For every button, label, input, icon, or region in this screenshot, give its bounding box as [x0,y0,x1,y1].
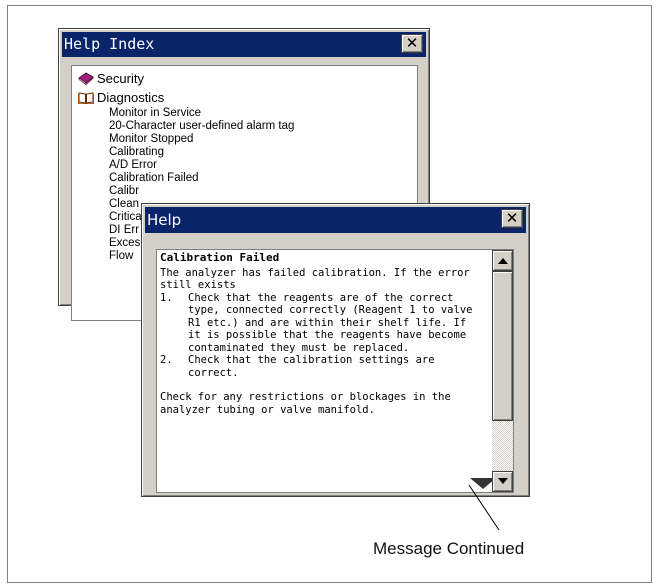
callout-leader-line [468,484,500,531]
callout-label: Message Continued [373,539,525,558]
